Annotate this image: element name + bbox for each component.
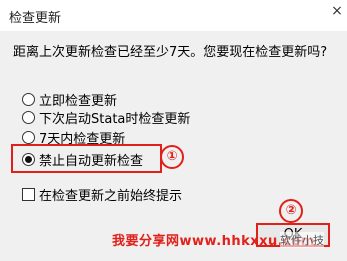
annotation-marker-1: ① <box>160 145 184 169</box>
radio-label: 下次启动Stata时检查更新 <box>39 111 191 127</box>
annotation-marker-2: ② <box>279 199 303 223</box>
update-question: 距离上次更新检查已经至少7天。您要现在检查更新吗? <box>13 45 328 60</box>
checkbox-always-prompt[interactable]: 在检查更新之前始终提示 <box>22 185 183 204</box>
highlight-box-option <box>11 144 162 173</box>
title-bar: 检查更新 × <box>0 0 347 31</box>
radio-button[interactable] <box>22 92 35 106</box>
account-logo: 软件小技 <box>280 232 324 248</box>
window-title: 检查更新 <box>9 11 62 26</box>
update-check-dialog: 检查更新 × 距离上次更新检查已经至少7天。您要现在检查更新吗? 立即检查更新 … <box>0 0 347 261</box>
radio-button[interactable] <box>22 110 35 124</box>
checkbox-label: 在检查更新之前始终提示 <box>39 188 183 204</box>
radio-check-now[interactable]: 立即检查更新 <box>22 90 118 109</box>
radio-check-next-launch[interactable]: 下次启动Stata时检查更新 <box>22 108 191 127</box>
close-icon[interactable]: × <box>327 0 347 22</box>
checkbox[interactable] <box>22 187 35 201</box>
radio-label: 立即检查更新 <box>39 93 118 109</box>
radio-button[interactable] <box>22 130 35 144</box>
